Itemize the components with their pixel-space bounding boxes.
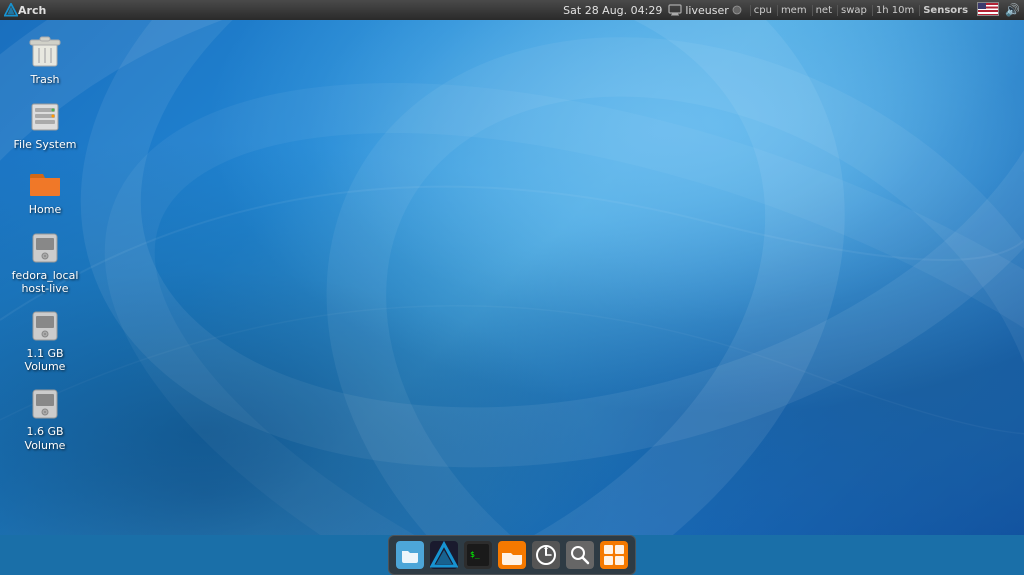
filesystem-icon-desktop[interactable]: File System — [5, 95, 85, 155]
user-dot-icon — [732, 5, 742, 15]
dock-search[interactable] — [564, 539, 596, 571]
os-logo[interactable]: Arch — [4, 3, 46, 17]
fedora-icon-desktop[interactable]: fedora_localhost-live — [5, 226, 85, 299]
dock-terminal[interactable]: $_ — [462, 539, 494, 571]
swap-monitor[interactable]: swap — [837, 5, 870, 16]
dock-timeshift[interactable] — [530, 539, 562, 571]
dock-arch[interactable] — [428, 539, 460, 571]
filesystem-label: File System — [14, 138, 77, 151]
volume1-icon-desktop[interactable]: 1.1 GB Volume — [5, 304, 85, 377]
volume1-label: 1.1 GB Volume — [9, 347, 81, 373]
top-panel: Arch Sat 28 Aug. 04:29 liveuser cpu mem … — [0, 0, 1024, 20]
sysmon-panel: cpu mem net swap 1h 10m Sensors 🔊 — [750, 1, 1020, 20]
dock-thunar[interactable] — [496, 539, 528, 571]
fedora-label: fedora_localhost-live — [9, 269, 81, 295]
mem-monitor[interactable]: mem — [777, 5, 810, 16]
panel-clock[interactable]: Sat 28 Aug. 04:29 — [563, 4, 662, 17]
volume1-icon-image — [27, 308, 63, 344]
uptime-monitor[interactable]: 1h 10m — [872, 5, 917, 16]
cpu-monitor[interactable]: cpu — [750, 5, 775, 16]
taskbar: $_ — [0, 535, 1024, 575]
username-label: liveuser — [685, 4, 728, 17]
taskbar-dock: $_ — [388, 535, 636, 575]
desktop-curves-svg — [0, 20, 1024, 535]
desktop — [0, 20, 1024, 535]
sensors-monitor[interactable]: Sensors — [919, 5, 971, 16]
volume2-label: 1.6 GB Volume — [9, 425, 81, 451]
dock-files[interactable] — [394, 539, 426, 571]
filesystem-icon-image — [27, 99, 63, 135]
trash-label: Trash — [30, 73, 59, 86]
trash-icon-image — [27, 34, 63, 70]
home-label: Home — [29, 203, 61, 216]
trash-icon-desktop[interactable]: Trash — [5, 30, 85, 90]
panel-center: Sat 28 Aug. 04:29 liveuser — [563, 4, 742, 17]
volume-icon[interactable]: 🔊 — [1005, 3, 1020, 17]
user-area[interactable]: liveuser — [668, 4, 741, 17]
home-icon-image — [27, 164, 63, 200]
fedora-icon-image — [27, 230, 63, 266]
home-icon-desktop[interactable]: Home — [5, 160, 85, 220]
svg-text:$_: $_ — [470, 550, 480, 559]
net-monitor[interactable]: net — [812, 5, 835, 16]
os-label: Arch — [18, 4, 46, 17]
dock-orange-app[interactable] — [598, 539, 630, 571]
volume2-icon-image — [27, 386, 63, 422]
volume2-icon-desktop[interactable]: 1.6 GB Volume — [5, 382, 85, 455]
flag-icon[interactable] — [977, 1, 999, 20]
desktop-icons-area: Trash File System — [0, 20, 90, 535]
arch-logo-icon — [4, 3, 18, 17]
monitor-icon — [668, 4, 682, 16]
